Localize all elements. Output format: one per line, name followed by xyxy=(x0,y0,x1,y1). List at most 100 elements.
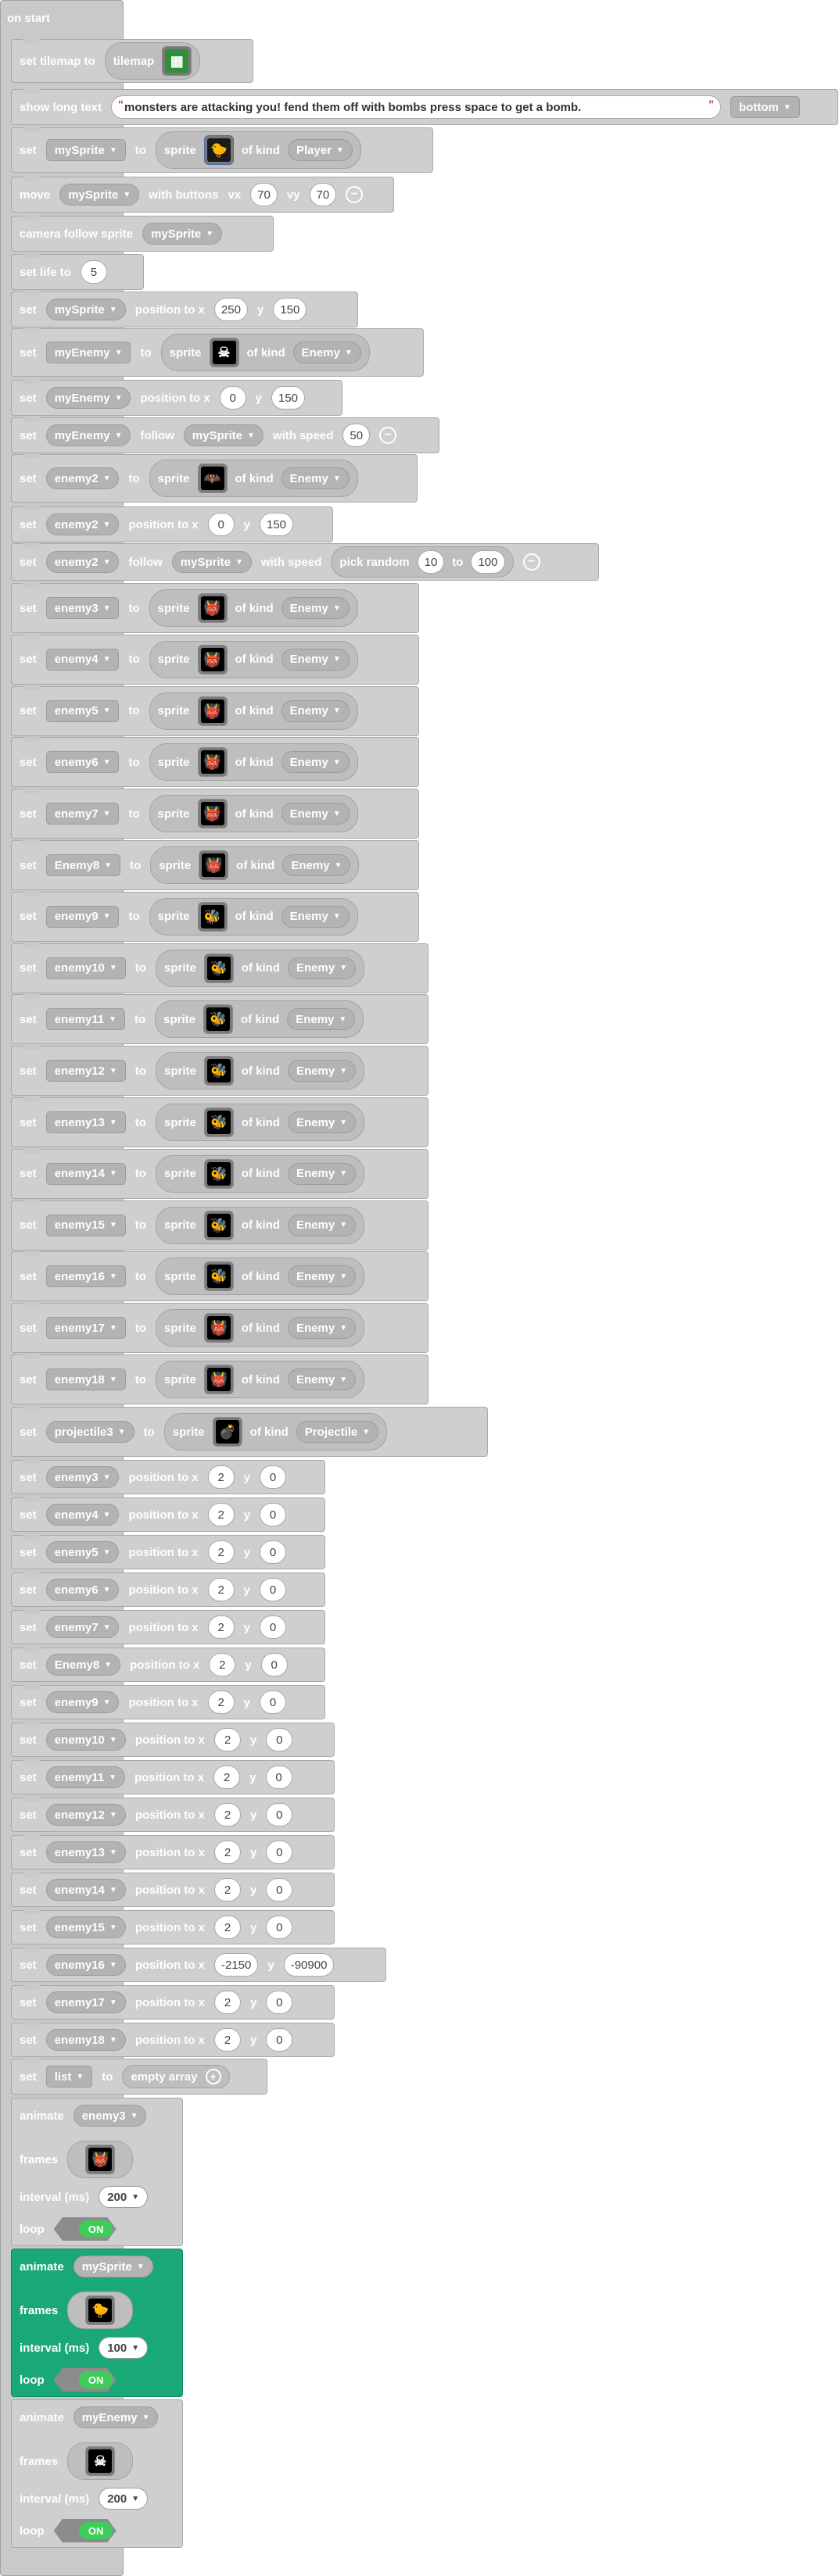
minus-circle-icon[interactable]: − xyxy=(346,186,364,203)
variable-dropdown[interactable]: projectile3 ▼ xyxy=(45,1421,134,1443)
sprite-thumbnail[interactable]: 🐝 xyxy=(203,1261,234,1292)
kind-dropdown[interactable]: Enemy ▼ xyxy=(288,1111,357,1133)
sprite-reporter[interactable]: sprite 🐝 of kind Enemy ▼ xyxy=(149,897,358,936)
set-position-block[interactable]: set enemy7 ▼ position to x 2y0 xyxy=(11,1610,325,1644)
x-input[interactable]: 250 xyxy=(213,298,248,321)
sprite-reporter[interactable]: sprite 👹 of kind Enemy ▼ xyxy=(149,640,358,678)
camera-follow-block[interactable]: camera follow sprite mySprite ▼ xyxy=(11,216,274,252)
create-enemy-block[interactable]: set enemy15 ▼ to sprite 🐝 of kind Enemy ▼ xyxy=(11,1200,428,1250)
set-position-block[interactable]: set enemy5 ▼ position to x 2y0 xyxy=(11,1535,325,1569)
long-text-input[interactable]: “ monsters are attacking you! fend them … xyxy=(111,95,721,119)
sprite-reporter[interactable]: sprite 🐝 of kind Enemy ▼ xyxy=(155,1258,365,1296)
set-life-block[interactable]: set life to 5 xyxy=(11,254,144,290)
x-input[interactable]: 2 xyxy=(213,1991,241,2014)
y-input[interactable]: 150 xyxy=(273,298,307,321)
create-enemy-block[interactable]: set enemy3 ▼ to sprite 👹 of kind Enemy ▼ xyxy=(11,583,419,633)
loop-toggle[interactable]: ON xyxy=(53,2519,117,2542)
variable-dropdown[interactable]: enemy6 ▼ xyxy=(45,1579,120,1601)
set-position-block[interactable]: set enemy4 ▼ position to x 2y0 xyxy=(11,1497,325,1532)
sprite-reporter[interactable]: sprite 🐤 of kind Player ▼ xyxy=(155,131,361,169)
variable-dropdown[interactable]: enemy5 ▼ xyxy=(45,699,120,722)
x-input[interactable]: 2 xyxy=(207,1615,235,1639)
interval-dropdown[interactable]: 200 ▼ xyxy=(99,2186,149,2208)
set-position-block[interactable]: set enemy11 ▼ position to x 2y0 xyxy=(11,1760,335,1794)
kind-dropdown[interactable]: Enemy ▼ xyxy=(288,1368,357,1390)
frames-reporter[interactable]: 🐤 xyxy=(67,2292,134,2329)
animate-block[interactable]: animate myEnemy ▼ frames ☠ interval (ms) 200 ▼ l… xyxy=(11,2399,183,2548)
x-input[interactable]: 2 xyxy=(213,1841,241,1864)
y-input[interactable]: 0 xyxy=(260,1653,288,1676)
set-position-block[interactable]: set enemy18 ▼ position to x 2y0 xyxy=(11,2023,335,2057)
sprite-reporter[interactable]: sprite 🐝 of kind Enemy ▼ xyxy=(155,1000,364,1039)
variable-dropdown[interactable]: enemy13 ▼ xyxy=(45,1111,126,1133)
variable-dropdown[interactable]: enemy3 ▼ xyxy=(45,597,120,619)
y-input[interactable]: 0 xyxy=(266,1803,293,1826)
follow-block[interactable]: set myEnemy ▼ follow mySprite ▼ with speed… xyxy=(11,417,439,453)
kind-dropdown[interactable]: Enemy ▼ xyxy=(281,699,350,722)
y-input[interactable]: 0 xyxy=(259,1540,286,1564)
sprite-thumbnail[interactable]: 🐝 xyxy=(203,1056,234,1086)
interval-dropdown[interactable]: 100 ▼ xyxy=(99,2337,149,2359)
variable-dropdown[interactable]: enemy3 ▼ xyxy=(45,1466,120,1488)
y-input[interactable]: 0 xyxy=(265,1766,292,1789)
sprite-dropdown[interactable]: enemy3 ▼ xyxy=(73,2105,147,2127)
y-input[interactable]: 0 xyxy=(266,1878,293,1902)
kind-dropdown[interactable]: Enemy ▼ xyxy=(281,803,350,825)
empty-array-reporter[interactable]: empty array + xyxy=(122,2065,230,2088)
kind-dropdown[interactable]: Enemy ▼ xyxy=(281,467,350,489)
sprite-reporter[interactable]: sprite 👹 of kind Enemy ▼ xyxy=(155,1309,365,1347)
variable-dropdown[interactable]: enemy17 ▼ xyxy=(45,1991,126,2013)
frames-reporter[interactable]: ☠ xyxy=(67,2442,134,2480)
sprite-reporter[interactable]: sprite ☠ of kind Enemy ▼ xyxy=(160,334,370,371)
variable-dropdown[interactable]: enemy2 ▼ xyxy=(45,551,120,573)
variable-dropdown[interactable]: enemy10 ▼ xyxy=(45,957,126,979)
variable-dropdown[interactable]: enemy17 ▼ xyxy=(45,1317,126,1340)
variable-dropdown[interactable]: Enemy8 ▼ xyxy=(45,1654,121,1676)
variable-dropdown[interactable]: enemy4 ▼ xyxy=(45,1504,120,1526)
variable-dropdown[interactable]: enemy5 ▼ xyxy=(45,1541,120,1563)
sprite-thumbnail[interactable]: 👹 xyxy=(203,1313,234,1343)
x-input[interactable]: 2 xyxy=(207,1503,235,1526)
variable-dropdown[interactable]: enemy7 ▼ xyxy=(45,1616,120,1638)
variable-dropdown[interactable]: enemy9 ▼ xyxy=(45,1691,120,1713)
plus-circle-icon[interactable]: + xyxy=(205,2069,221,2084)
y-input[interactable]: 0 xyxy=(266,1916,293,1939)
variable-dropdown[interactable]: mySprite ▼ xyxy=(45,139,126,161)
sprite-thumbnail[interactable]: 👹 xyxy=(197,747,228,778)
y-input[interactable]: 0 xyxy=(259,1578,286,1601)
frames-reporter[interactable]: 👹 xyxy=(67,2141,134,2178)
create-enemy-block[interactable]: set enemy13 ▼ to sprite 🐝 of kind Enemy ▼ xyxy=(11,1097,428,1147)
set-position-block[interactable]: set enemy16 ▼ position to x -2150 y -90900 xyxy=(11,1948,386,1982)
set-tilemap-block[interactable]: set tilemap to tilemap ▦ xyxy=(11,39,253,83)
variable-dropdown[interactable]: mySprite ▼ xyxy=(142,223,223,245)
set-position-block[interactable]: set enemy17 ▼ position to x 2y0 xyxy=(11,1985,335,2020)
y-input[interactable]: 0 xyxy=(266,1991,293,2014)
variable-dropdown[interactable]: enemy2 ▼ xyxy=(45,467,120,489)
create-enemy-block[interactable]: set enemy7 ▼ to sprite 👹 of kind Enemy ▼ xyxy=(11,789,419,839)
interval-dropdown[interactable]: 200 ▼ xyxy=(99,2488,149,2510)
set-position-block[interactable]: set enemy2 ▼ position to x 0 y 150 xyxy=(11,506,333,542)
target-dropdown[interactable]: mySprite ▼ xyxy=(171,551,252,573)
variable-dropdown[interactable]: enemy15 ▼ xyxy=(45,1214,126,1236)
sprite-thumbnail[interactable]: 👹 xyxy=(197,696,228,726)
create-enemy-block[interactable]: set enemy17 ▼ to sprite 👹 of kind Enemy ▼ xyxy=(11,1303,428,1354)
variable-dropdown[interactable]: enemy18 ▼ xyxy=(45,2029,126,2051)
variable-dropdown[interactable]: mySprite ▼ xyxy=(59,184,140,206)
variable-dropdown[interactable]: enemy7 ▼ xyxy=(45,803,120,825)
x-input[interactable]: 2 xyxy=(207,1690,235,1714)
variable-dropdown[interactable]: enemy16 ▼ xyxy=(45,1265,126,1288)
sprite-reporter[interactable]: sprite 👹 of kind Enemy ▼ xyxy=(150,846,360,884)
speed-input[interactable]: 50 xyxy=(342,424,371,447)
kind-dropdown[interactable]: Enemy ▼ xyxy=(281,597,350,619)
sprite-reporter[interactable]: sprite 🐝 of kind Enemy ▼ xyxy=(155,949,365,987)
variable-dropdown[interactable]: enemy2 ▼ xyxy=(45,513,120,535)
set-position-block[interactable]: set enemy10 ▼ position to x 2y0 xyxy=(11,1723,335,1757)
sprite-thumbnail[interactable]: ☠ xyxy=(209,338,239,367)
sprite-thumbnail[interactable]: 🐝 xyxy=(203,1158,234,1189)
sprite-thumbnail[interactable]: 🐤 xyxy=(85,2295,116,2325)
sprite-thumbnail[interactable]: 👹 xyxy=(85,2145,116,2174)
set-position-block[interactable]: set enemy6 ▼ position to x 2y0 xyxy=(11,1572,325,1607)
y-input[interactable]: 150 xyxy=(259,513,294,536)
variable-dropdown[interactable]: enemy14 ▼ xyxy=(45,1162,126,1185)
sprite-dropdown[interactable]: mySprite ▼ xyxy=(73,2256,153,2277)
